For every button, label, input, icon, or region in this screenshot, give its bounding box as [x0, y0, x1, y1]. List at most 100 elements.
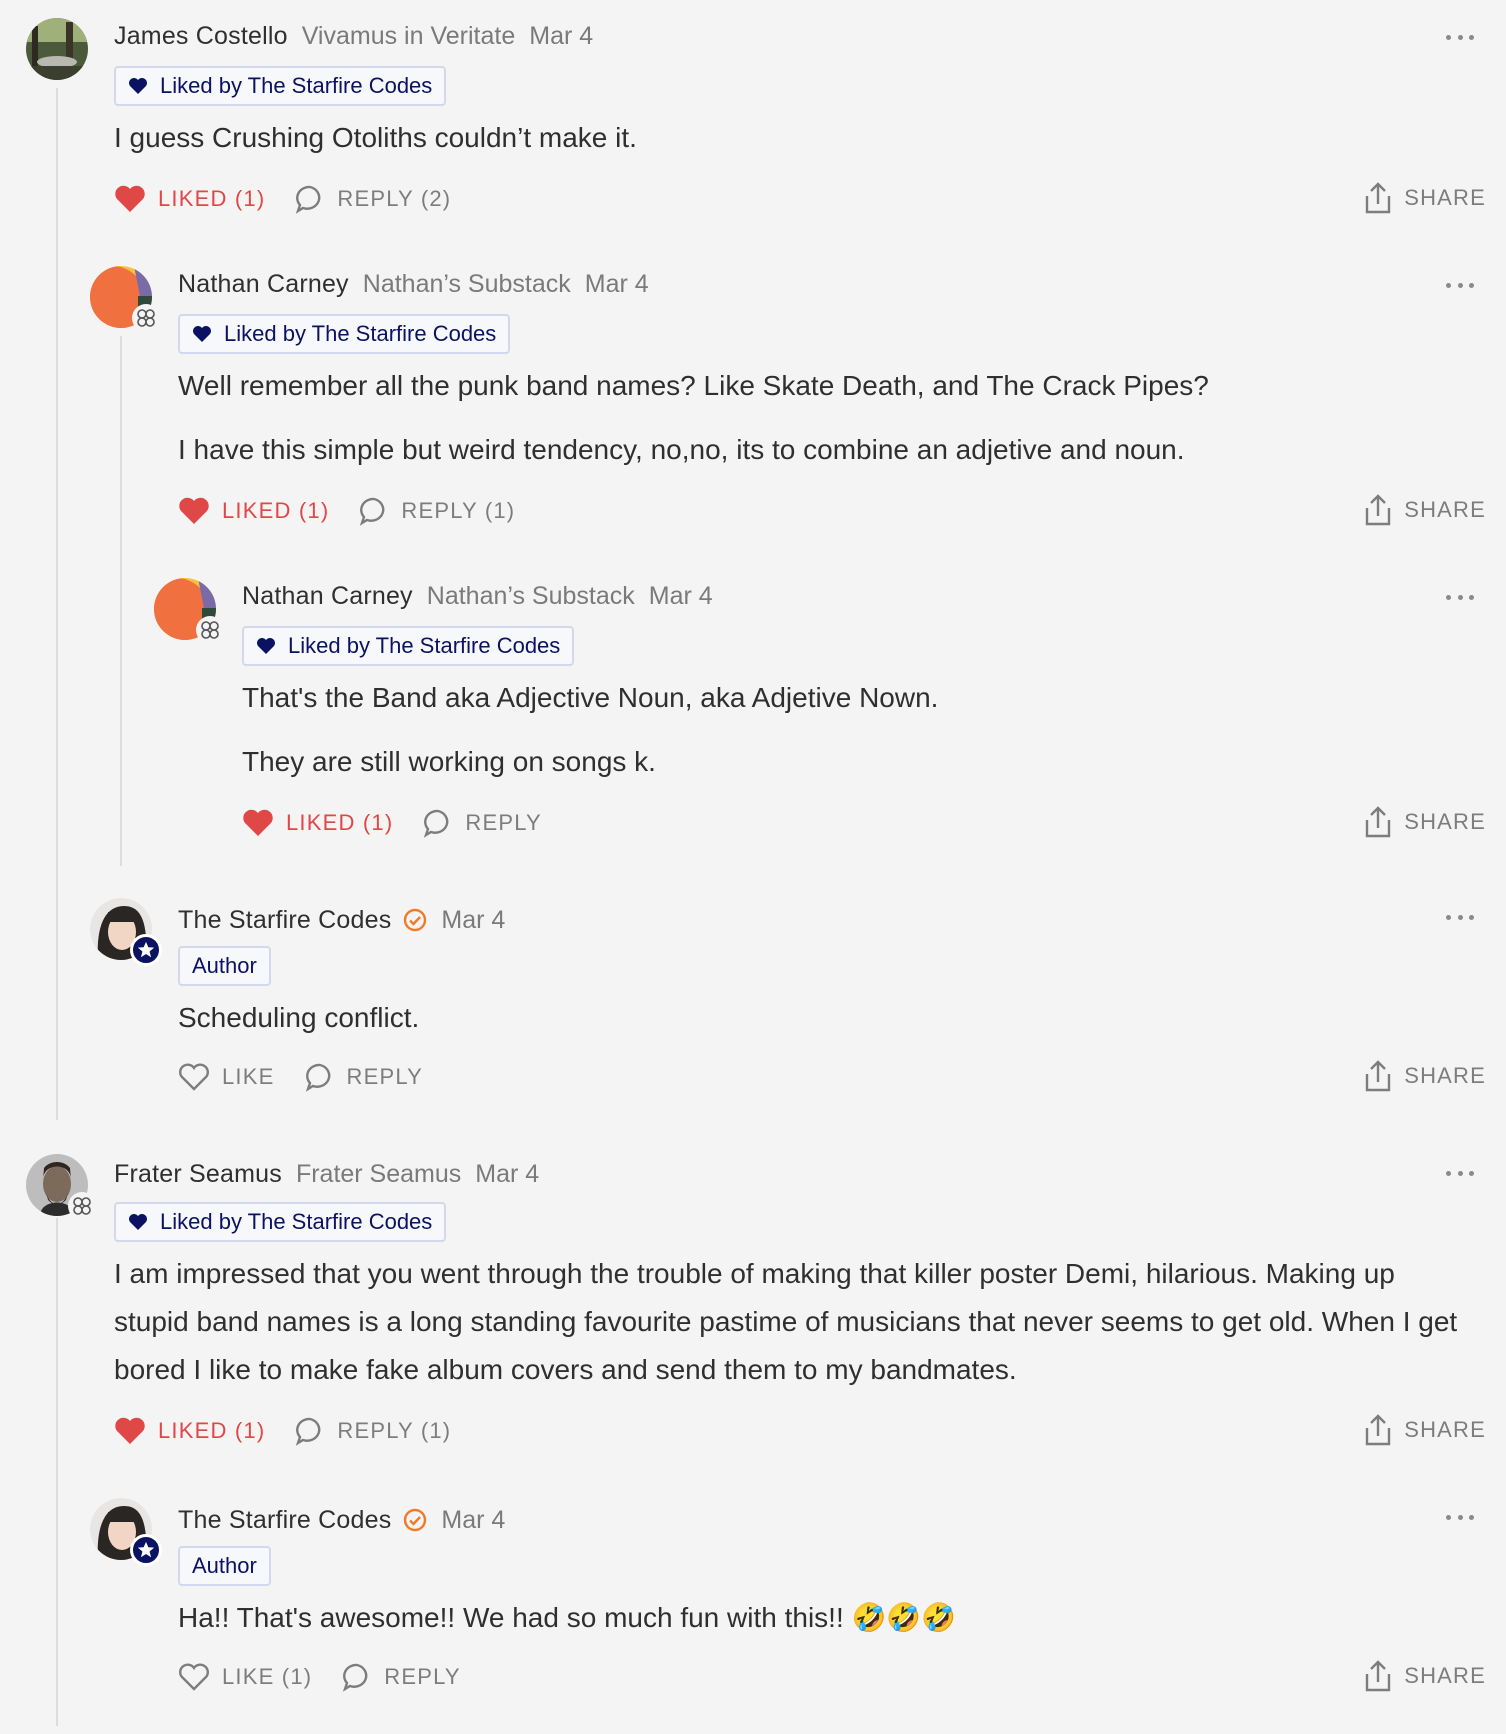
avatar[interactable] — [26, 1154, 96, 1220]
comment-icon — [296, 1417, 321, 1446]
comment-body: I guess Crushing Otoliths couldn’t make … — [114, 114, 1474, 172]
comment-date[interactable]: Mar 4 — [475, 1160, 539, 1189]
substack-icon — [196, 616, 224, 644]
author-name[interactable]: Nathan Carney — [178, 270, 349, 299]
more-icon[interactable] — [1446, 912, 1474, 922]
reply-button[interactable]: REPLY — [423, 808, 542, 838]
comment-paragraph: Scheduling conflict. — [178, 1002, 420, 1033]
more-icon[interactable] — [1446, 32, 1474, 42]
more-icon[interactable] — [1446, 280, 1474, 290]
liked-by-badge: Liked by The Starfire Codes — [114, 66, 447, 106]
publication-name[interactable]: Frater Seamus — [296, 1160, 461, 1189]
reply-button[interactable]: REPLY (1) — [295, 1416, 451, 1446]
avatar[interactable] — [90, 266, 160, 332]
more-icon[interactable] — [1446, 592, 1474, 602]
author-badge-label: Author — [192, 1553, 257, 1578]
comment-paragraph: I am impressed that you went through the… — [114, 1258, 1458, 1385]
share-label: SHARE — [1404, 185, 1486, 210]
share-button[interactable]: SHARE — [1364, 806, 1486, 838]
comment-icon — [360, 497, 385, 526]
liked-by-label: Liked by The Starfire Codes — [224, 321, 497, 346]
like-label: LIKE (1) — [222, 1664, 313, 1689]
reply-button[interactable]: REPLY — [342, 1662, 461, 1692]
avatar[interactable] — [26, 18, 88, 80]
comment-date[interactable]: Mar 4 — [441, 1506, 505, 1535]
share-button[interactable]: SHARE — [1364, 1060, 1486, 1092]
author-badge-label: Author — [192, 953, 257, 978]
reply-label: REPLY — [346, 1064, 424, 1089]
comment-date[interactable]: Mar 4 — [529, 22, 593, 51]
share-button[interactable]: SHARE — [1364, 1414, 1486, 1446]
author-badge: Author — [178, 1546, 271, 1586]
author-star-icon — [130, 1534, 162, 1566]
reply-label: REPLY (2) — [337, 186, 452, 211]
reply-label: REPLY (1) — [337, 1418, 452, 1443]
reply-button[interactable]: REPLY — [305, 1062, 424, 1092]
comment-date[interactable]: Mar 4 — [585, 270, 649, 299]
avatar[interactable] — [90, 898, 162, 966]
like-label: LIKED (1) — [158, 186, 266, 211]
comment-body: Well remember all the punk band names? L… — [178, 362, 1478, 484]
heart-icon — [115, 185, 145, 212]
reply-button[interactable]: REPLY (1) — [359, 496, 515, 526]
like-button[interactable]: LIKE — [178, 1063, 275, 1091]
comment-body: I am impressed that you went through the… — [114, 1250, 1474, 1404]
like-button[interactable]: LIKED (1) — [178, 497, 329, 525]
avatar[interactable] — [90, 1498, 162, 1566]
heart-outline-icon — [179, 1063, 209, 1091]
more-icon[interactable] — [1446, 1168, 1474, 1178]
publication-name[interactable]: Nathan’s Substack — [427, 582, 635, 611]
heart-icon — [129, 78, 147, 94]
liked-by-badge: Liked by The Starfire Codes — [114, 1202, 447, 1242]
comment-icon — [343, 1663, 368, 1692]
reply-label: REPLY — [465, 810, 542, 835]
liked-by-label: Liked by The Starfire Codes — [288, 633, 561, 658]
reply-label: REPLY — [384, 1664, 461, 1689]
share-icon — [1366, 182, 1391, 214]
heart-icon — [193, 326, 211, 342]
liked-by-badge: Liked by The Starfire Codes — [178, 314, 511, 354]
more-icon[interactable] — [1446, 1512, 1474, 1522]
heart-icon — [129, 1214, 147, 1230]
like-button[interactable]: LIKED (1) — [242, 809, 393, 837]
like-button[interactable]: LIKE (1) — [178, 1663, 312, 1691]
avatar[interactable] — [154, 578, 224, 644]
comment-icon — [296, 185, 321, 214]
publication-name[interactable]: Vivamus in Veritate — [302, 22, 516, 51]
comment-paragraph: That's the Band aka Adjective Noun, aka … — [242, 682, 939, 713]
author-name[interactable]: Nathan Carney — [242, 582, 413, 611]
comment-date[interactable]: Mar 4 — [441, 906, 505, 935]
like-button[interactable]: LIKED (1) — [114, 185, 265, 213]
author-star-icon — [130, 934, 162, 966]
comment-icon — [305, 1063, 330, 1092]
publication-name[interactable]: Nathan’s Substack — [363, 270, 571, 299]
like-label: LIKED (1) — [286, 810, 394, 835]
author-name[interactable]: James Costello — [114, 22, 288, 51]
share-button[interactable]: SHARE — [1364, 494, 1486, 526]
share-button[interactable]: SHARE — [1364, 1660, 1486, 1692]
share-icon — [1366, 1414, 1391, 1446]
comment-date[interactable]: Mar 4 — [649, 582, 713, 611]
author-name[interactable]: The Starfire Codes — [178, 906, 391, 935]
comment-paragraph: They are still working on songs k. — [242, 746, 656, 777]
share-icon — [1366, 1060, 1391, 1092]
heart-icon — [115, 1417, 145, 1444]
share-icon — [1366, 1660, 1391, 1692]
like-button[interactable]: LIKED (1) — [114, 1417, 265, 1445]
reply-button[interactable]: REPLY (2) — [295, 184, 451, 214]
heart-icon — [179, 497, 209, 524]
share-label: SHARE — [1404, 1063, 1486, 1088]
author-badge: Author — [178, 946, 271, 986]
comment-body: Scheduling conflict. — [178, 994, 1478, 1052]
comment-icon — [424, 809, 449, 838]
substack-icon — [132, 304, 160, 332]
like-label: LIKE — [222, 1064, 275, 1089]
author-name[interactable]: The Starfire Codes — [178, 1506, 391, 1535]
share-label: SHARE — [1404, 1417, 1486, 1442]
share-icon — [1366, 494, 1391, 526]
heart-icon — [243, 809, 273, 836]
comment-body: That's the Band aka Adjective Noun, aka … — [242, 674, 1482, 796]
share-button[interactable]: SHARE — [1364, 182, 1486, 214]
comment-paragraph: Well remember all the punk band names? L… — [178, 370, 1209, 401]
author-name[interactable]: Frater Seamus — [114, 1160, 282, 1189]
